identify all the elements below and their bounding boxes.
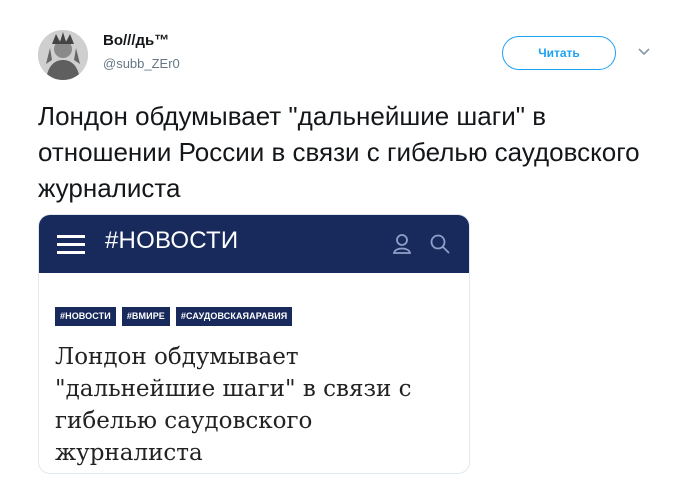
tag-list: #НОВОСТИ #ВМИРЕ #САУДОВСКАЯАРАВИЯ xyxy=(55,307,293,326)
tag[interactable]: #НОВОСТИ xyxy=(55,307,116,326)
avatar[interactable] xyxy=(38,30,88,80)
avatar-image xyxy=(38,30,88,80)
search-icon[interactable] xyxy=(429,233,451,255)
chevron-down-icon[interactable] xyxy=(636,46,652,58)
author-handle[interactable]: @subb_ZEr0 xyxy=(103,56,180,71)
tag[interactable]: #САУДОВСКАЯАРАВИЯ xyxy=(175,307,293,326)
follow-button[interactable]: Читать xyxy=(502,36,616,70)
author-name[interactable]: Во///дь™ xyxy=(103,32,169,49)
user-icon[interactable] xyxy=(391,233,413,255)
card-header-title: #НОВОСТИ xyxy=(105,227,239,254)
tag[interactable]: #ВМИРЕ xyxy=(121,307,170,326)
card-headline[interactable]: Лондон обдумывает "дальнейшие шаги" в св… xyxy=(55,341,461,469)
card-header: #НОВОСТИ xyxy=(39,215,469,273)
link-card[interactable]: #НОВОСТИ #НОВОСТИ #ВМИРЕ #САУДОВСКАЯАРАВ… xyxy=(38,214,470,474)
tweet-text: Лондон обдумывает "дальнейшие шаги" в от… xyxy=(38,101,640,203)
hamburger-icon[interactable] xyxy=(57,233,85,255)
tweet: Во///дь™ @subb_ZEr0 Читать Лондон обдумы… xyxy=(0,0,695,493)
